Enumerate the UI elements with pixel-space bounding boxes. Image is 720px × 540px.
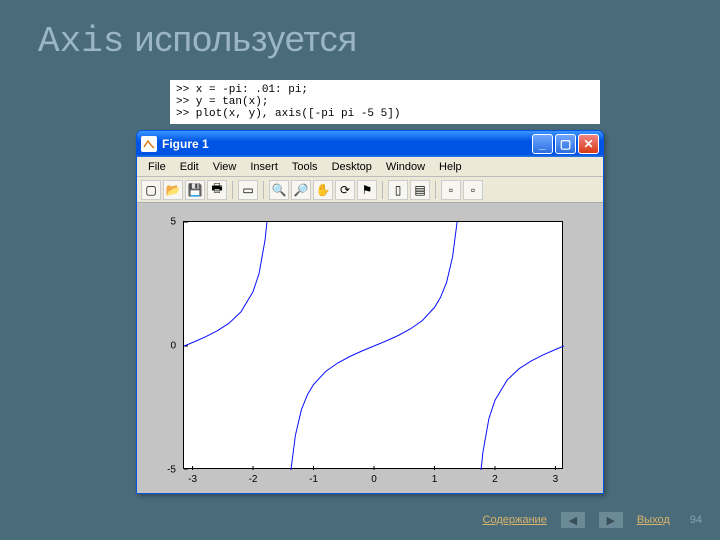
separator: [435, 181, 436, 199]
menu-window[interactable]: Window: [379, 159, 432, 175]
minimize-button[interactable]: _: [532, 134, 553, 154]
prev-button[interactable]: ◀: [561, 512, 585, 528]
xtick: -2: [249, 474, 258, 485]
datatip-icon[interactable]: ⚑: [357, 180, 377, 200]
xtick: -3: [188, 474, 197, 485]
open-icon[interactable]: 📂: [163, 180, 183, 200]
separator: [263, 181, 264, 199]
xtick: 0: [371, 474, 377, 485]
xtick: 1: [432, 474, 438, 485]
xtick: 2: [492, 474, 498, 485]
slide-title: Axis используется: [38, 18, 357, 62]
titlebar[interactable]: Figure 1 _ ▢ ✕: [137, 131, 603, 157]
title-mono: Axis: [38, 21, 124, 62]
plot-svg: [184, 222, 564, 470]
plot-box[interactable]: -505-3-2-10123: [183, 221, 563, 469]
xtick: 3: [553, 474, 559, 485]
close-button[interactable]: ✕: [578, 134, 599, 154]
ytick: 0: [170, 341, 176, 352]
separator: [232, 181, 233, 199]
menu-file[interactable]: File: [141, 159, 173, 175]
zoom-out-icon[interactable]: 🔎: [291, 180, 311, 200]
show-tools-icon[interactable]: ▫: [463, 180, 483, 200]
zoom-in-icon[interactable]: 🔍: [269, 180, 289, 200]
menu-desktop[interactable]: Desktop: [325, 159, 379, 175]
contents-link[interactable]: Содержание: [483, 515, 547, 526]
figure-window: Figure 1 _ ▢ ✕ File Edit View Insert Too…: [136, 130, 604, 494]
rotate-icon[interactable]: ⟳: [335, 180, 355, 200]
maximize-button[interactable]: ▢: [555, 134, 576, 154]
ytick: 5: [170, 217, 176, 228]
hide-tools-icon[interactable]: ▫: [441, 180, 461, 200]
menu-insert[interactable]: Insert: [243, 159, 285, 175]
menu-tools[interactable]: Tools: [285, 159, 325, 175]
code-block: >> x = -pi: .01: pi; >> y = tan(x); >> p…: [170, 80, 600, 124]
colorbar-icon[interactable]: ▯: [388, 180, 408, 200]
code-line-1: >> x = -pi: .01: pi;: [176, 84, 594, 96]
pointer-icon[interactable]: ▭: [238, 180, 258, 200]
toolbar: ▢ 📂 💾 🖶 ▭ 🔍 🔎 ✋ ⟳ ⚑ ▯ ▤ ▫ ▫: [137, 177, 603, 203]
title-rest: используется: [124, 18, 357, 59]
save-icon[interactable]: 💾: [185, 180, 205, 200]
legend-icon[interactable]: ▤: [410, 180, 430, 200]
page-number: 94: [690, 514, 702, 526]
exit-link[interactable]: Выход: [637, 515, 670, 526]
pan-icon[interactable]: ✋: [313, 180, 333, 200]
code-line-3: >> plot(x, y), axis([-pi pi -5 5]): [176, 108, 594, 120]
menubar: File Edit View Insert Tools Desktop Wind…: [137, 157, 603, 177]
matlab-icon: [141, 136, 157, 152]
slide-footer: Содержание ◀ ▶ Выход 94: [0, 512, 702, 528]
code-line-2: >> y = tan(x);: [176, 96, 594, 108]
next-button[interactable]: ▶: [599, 512, 623, 528]
window-title: Figure 1: [162, 137, 530, 151]
ytick: -5: [167, 465, 176, 476]
menu-edit[interactable]: Edit: [173, 159, 206, 175]
separator: [382, 181, 383, 199]
menu-help[interactable]: Help: [432, 159, 469, 175]
print-icon[interactable]: 🖶: [207, 180, 227, 200]
menu-view[interactable]: View: [206, 159, 244, 175]
xtick: -1: [309, 474, 318, 485]
axes-area: -5 0 5 -3 -2 -1 0 1 2 3: [137, 203, 603, 493]
new-figure-icon[interactable]: ▢: [141, 180, 161, 200]
